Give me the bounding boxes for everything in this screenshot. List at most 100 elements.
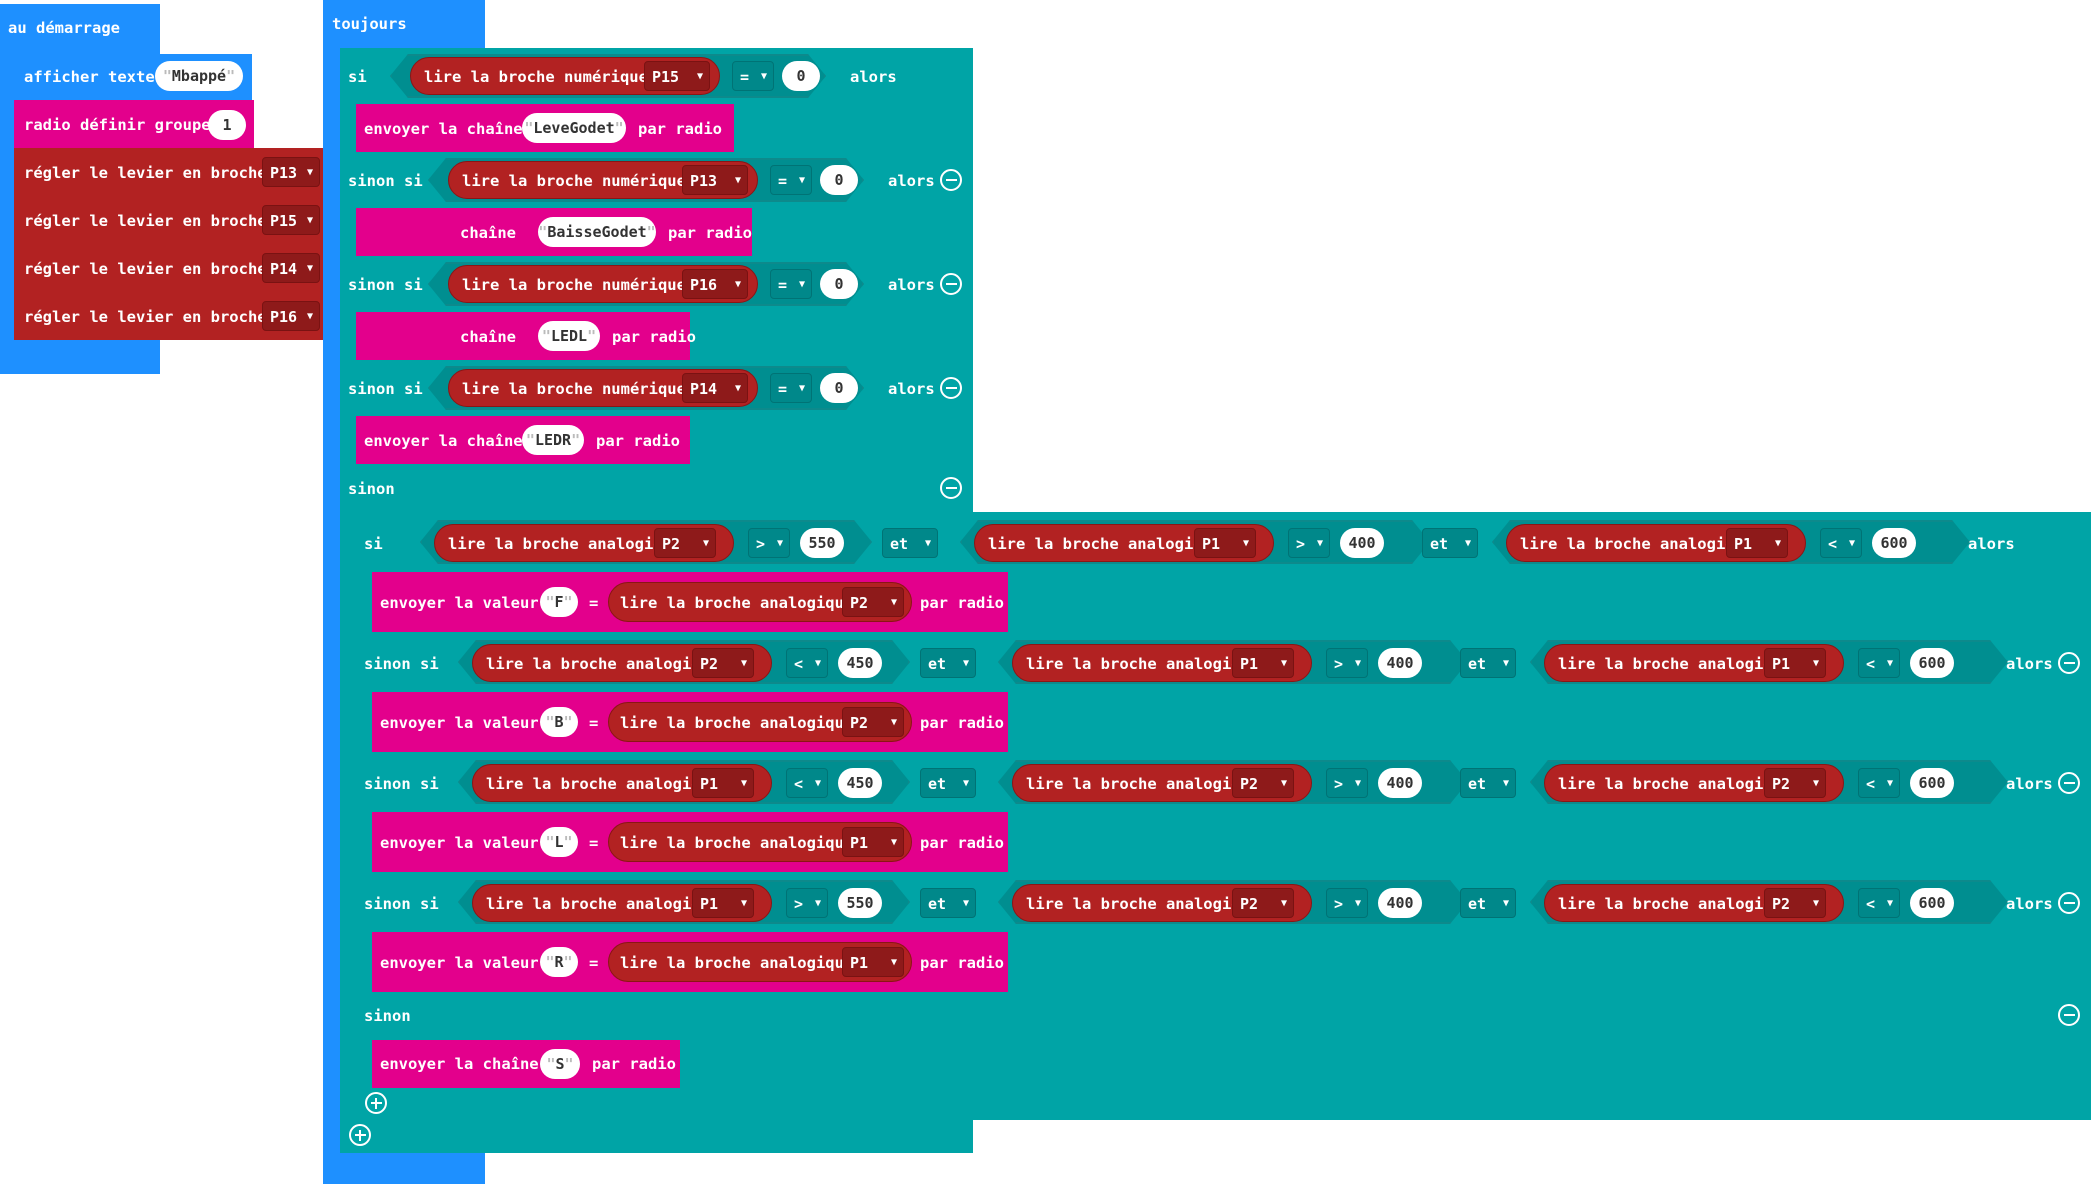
compare-value-input[interactable]: 600 bbox=[1910, 648, 1954, 678]
operator-dropdown[interactable]: < ▼ bbox=[1858, 648, 1900, 678]
compare-value-input[interactable]: 450 bbox=[838, 768, 882, 798]
set-pull-label: régler le levier en broche bbox=[24, 260, 267, 278]
pin-dropdown[interactable]: P2 ▼ bbox=[842, 707, 904, 737]
minus-circle-icon[interactable] bbox=[2058, 892, 2080, 914]
pin-dropdown[interactable]: P2 ▼ bbox=[1764, 768, 1826, 798]
pin-dropdown[interactable]: P2 ▼ bbox=[842, 587, 904, 617]
operator-dropdown[interactable]: < ▼ bbox=[786, 768, 828, 798]
caret-down-icon: ▼ bbox=[1812, 778, 1819, 789]
message-input[interactable]: "LeveGodet" bbox=[522, 113, 626, 143]
and-dropdown[interactable]: et ▼ bbox=[882, 528, 938, 558]
minus-circle-icon[interactable] bbox=[2058, 1004, 2080, 1026]
operator-dropdown[interactable]: < ▼ bbox=[1858, 888, 1900, 918]
compare-value-input[interactable]: 400 bbox=[1378, 768, 1422, 798]
minus-circle-icon[interactable] bbox=[2058, 652, 2080, 674]
compare-value-input[interactable]: 400 bbox=[1378, 888, 1422, 918]
pin-dropdown[interactable]: P1 ▼ bbox=[1764, 648, 1826, 678]
if-else-spine bbox=[340, 48, 356, 1153]
value-name-input[interactable]: "L" bbox=[540, 827, 578, 857]
pin-dropdown[interactable]: P15 ▼ bbox=[262, 205, 320, 235]
value-name-input[interactable]: "F" bbox=[540, 587, 578, 617]
operator-dropdown[interactable]: = ▼ bbox=[770, 373, 812, 403]
operator-dropdown[interactable]: > ▼ bbox=[1326, 888, 1368, 918]
compare-value-input[interactable]: 0 bbox=[820, 373, 858, 403]
caret-down-icon: ▼ bbox=[734, 175, 741, 186]
show-text-input[interactable]: "Mbappé" bbox=[155, 61, 243, 91]
pin-dropdown[interactable]: P2 ▼ bbox=[1232, 768, 1294, 798]
compare-value-input[interactable]: 550 bbox=[838, 888, 882, 918]
dropdown-value: < bbox=[1866, 655, 1876, 673]
then-keyword: alors bbox=[888, 276, 935, 294]
compare-value-input[interactable]: 0 bbox=[820, 165, 858, 195]
pin-dropdown[interactable]: P15 ▼ bbox=[644, 61, 710, 91]
minus-circle-icon[interactable] bbox=[940, 477, 962, 499]
and-dropdown[interactable]: et ▼ bbox=[920, 648, 976, 678]
send-string-label: chaîne bbox=[460, 328, 516, 346]
pin-dropdown[interactable]: P16 ▼ bbox=[682, 269, 748, 299]
compare-value-input[interactable]: 600 bbox=[1872, 528, 1916, 558]
operator-dropdown[interactable]: > ▼ bbox=[1326, 648, 1368, 678]
and-dropdown[interactable]: et ▼ bbox=[1460, 888, 1516, 918]
operator-dropdown[interactable]: > ▼ bbox=[1288, 528, 1330, 558]
operator-dropdown[interactable]: < ▼ bbox=[1858, 768, 1900, 798]
pin-dropdown[interactable]: P14 ▼ bbox=[262, 253, 320, 283]
compare-value-input[interactable]: 0 bbox=[820, 269, 858, 299]
operator-dropdown[interactable]: < ▼ bbox=[1820, 528, 1862, 558]
value-name-input[interactable]: "R" bbox=[540, 947, 578, 977]
and-dropdown[interactable]: et ▼ bbox=[920, 768, 976, 798]
pin-dropdown[interactable]: P1 ▼ bbox=[842, 827, 904, 857]
dropdown-value: < bbox=[1828, 535, 1838, 553]
operator-dropdown[interactable]: > ▼ bbox=[748, 528, 790, 558]
compare-value-input[interactable]: 0 bbox=[782, 61, 820, 91]
input-value: 600 bbox=[1918, 894, 1946, 912]
operator-dropdown[interactable]: > ▼ bbox=[786, 888, 828, 918]
and-dropdown[interactable]: et ▼ bbox=[920, 888, 976, 918]
message-input[interactable]: "LEDL" bbox=[538, 321, 600, 351]
compare-value-input[interactable]: 600 bbox=[1910, 768, 1954, 798]
pin-dropdown[interactable]: P13 ▼ bbox=[262, 157, 320, 187]
minus-circle-icon[interactable] bbox=[2058, 772, 2080, 794]
caret-down-icon: ▼ bbox=[776, 538, 783, 549]
message-input[interactable]: "S" bbox=[540, 1049, 580, 1079]
operator-dropdown[interactable]: < ▼ bbox=[786, 648, 828, 678]
minus-circle-icon[interactable] bbox=[940, 169, 962, 191]
operator-dropdown[interactable]: = ▼ bbox=[770, 165, 812, 195]
dropdown-value: et bbox=[928, 655, 947, 673]
plus-circle-icon[interactable] bbox=[349, 1124, 371, 1146]
compare-value-input[interactable]: 550 bbox=[800, 528, 844, 558]
and-dropdown[interactable]: et ▼ bbox=[1460, 768, 1516, 798]
pin-dropdown[interactable]: P2 ▼ bbox=[654, 528, 716, 558]
pin-dropdown[interactable]: P1 ▼ bbox=[1194, 528, 1256, 558]
pin-dropdown[interactable]: P16 ▼ bbox=[262, 301, 320, 331]
message-input[interactable]: "BaisseGodet" bbox=[538, 217, 656, 247]
message-input[interactable]: "LEDR" bbox=[522, 425, 584, 455]
input-value: 450 bbox=[846, 654, 874, 672]
pin-dropdown[interactable]: P2 ▼ bbox=[1232, 888, 1294, 918]
pin-dropdown[interactable]: P1 ▼ bbox=[842, 947, 904, 977]
operator-dropdown[interactable]: = ▼ bbox=[770, 269, 812, 299]
operator-dropdown[interactable]: = ▼ bbox=[732, 61, 774, 91]
compare-value-input[interactable]: 600 bbox=[1910, 888, 1954, 918]
read-digital-label: lire la broche numérique bbox=[424, 68, 648, 86]
minus-circle-icon[interactable] bbox=[940, 273, 962, 295]
operator-dropdown[interactable]: > ▼ bbox=[1326, 768, 1368, 798]
pin-dropdown[interactable]: P1 ▼ bbox=[1726, 528, 1788, 558]
then-keyword: alors bbox=[2006, 895, 2053, 913]
minus-circle-icon[interactable] bbox=[940, 377, 962, 399]
pin-dropdown[interactable]: P13 ▼ bbox=[682, 165, 748, 195]
compare-value-input[interactable]: 400 bbox=[1378, 648, 1422, 678]
plus-circle-icon[interactable] bbox=[365, 1092, 387, 1114]
pin-dropdown[interactable]: P1 ▼ bbox=[692, 768, 754, 798]
pin-dropdown[interactable]: P14 ▼ bbox=[682, 373, 748, 403]
compare-value-input[interactable]: 400 bbox=[1340, 528, 1384, 558]
caret-down-icon: ▼ bbox=[890, 837, 897, 848]
pin-dropdown[interactable]: P2 ▼ bbox=[1764, 888, 1826, 918]
pin-dropdown[interactable]: P1 ▼ bbox=[692, 888, 754, 918]
radio-group-input[interactable]: 1 bbox=[208, 110, 246, 140]
and-dropdown[interactable]: et ▼ bbox=[1460, 648, 1516, 678]
value-name-input[interactable]: "B" bbox=[540, 707, 578, 737]
pin-dropdown[interactable]: P1 ▼ bbox=[1232, 648, 1294, 678]
pin-dropdown[interactable]: P2 ▼ bbox=[692, 648, 754, 678]
compare-value-input[interactable]: 450 bbox=[838, 648, 882, 678]
and-dropdown[interactable]: et ▼ bbox=[1422, 528, 1478, 558]
